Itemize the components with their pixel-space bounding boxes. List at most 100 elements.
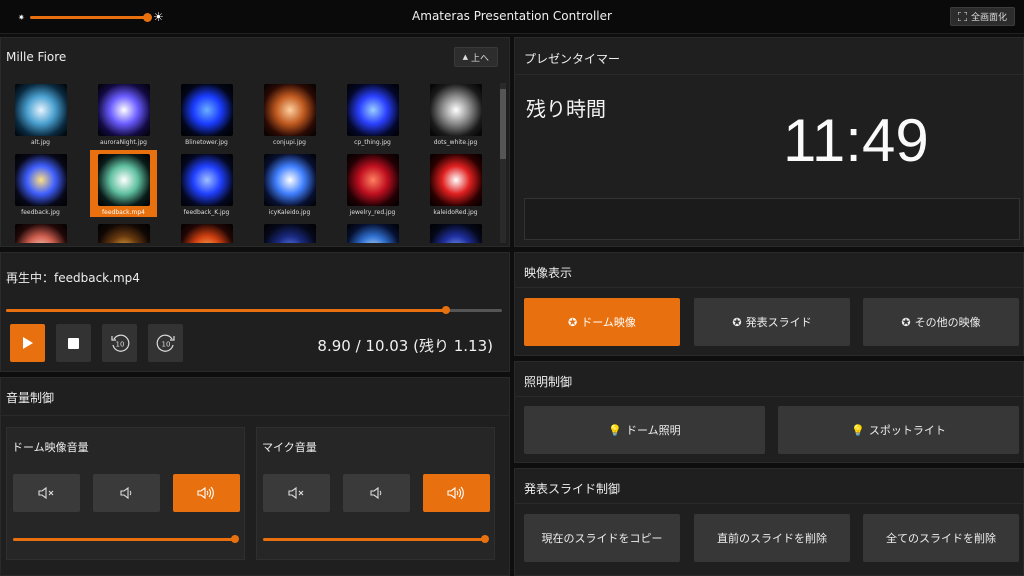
volume-thumb[interactable] (231, 535, 239, 543)
playback-time-readout: 8.90 / 10.03 (残り 1.13) (317, 337, 493, 355)
remaining-time-label: 残り時間 (526, 97, 606, 121)
gallery-item[interactable]: dots_white.jpg (422, 83, 489, 147)
gallery-item[interactable]: kaleidoRed.jpg (422, 150, 489, 217)
fullscreen-button[interactable]: 全画面化 (949, 7, 1015, 26)
presentation-slides-button[interactable]: ✪ 発表スライド (694, 298, 850, 346)
volume-level (263, 538, 487, 541)
media-filename: conjupi.jpg (273, 139, 306, 146)
volume-high-button[interactable] (173, 474, 240, 512)
gallery-item[interactable] (173, 220, 240, 243)
gallery-item[interactable]: icyKaleido.jpg (256, 150, 323, 217)
volume-control-panel: 音量制御 ドーム映像音量 マイク音量 (0, 377, 510, 576)
stop-button[interactable] (56, 324, 91, 362)
dome-video-volume-slider[interactable] (13, 535, 239, 545)
film-reel-icon: ✪ (901, 315, 911, 329)
media-filename: cp_thing.jpg (354, 139, 391, 146)
fullscreen-icon (957, 12, 967, 21)
gallery-scrollbar[interactable] (500, 83, 506, 243)
gallery-item[interactable]: alt.jpg (7, 83, 74, 147)
mic-volume-title: マイク音量 (262, 441, 317, 454)
mute-button[interactable] (263, 474, 330, 512)
svg-text:10: 10 (161, 341, 170, 349)
media-thumbnail (263, 154, 316, 206)
film-reel-icon: ✪ (568, 315, 578, 329)
media-thumbnail (346, 224, 399, 243)
gallery-item[interactable]: cp_thing.jpg (339, 83, 406, 147)
media-filename: auroraNight.jpg (100, 139, 147, 146)
media-thumbnail (97, 84, 150, 136)
stop-icon (68, 337, 79, 349)
volume-low-button[interactable] (93, 474, 160, 512)
delete-all-slides-button[interactable]: 全てのスライドを削除 (863, 514, 1019, 562)
spotlight-label: スポットライト (868, 424, 946, 437)
delete-previous-slide-label: 直前のスライドを削除 (717, 532, 827, 545)
play-button[interactable] (10, 324, 45, 362)
lighting-title: 照明制御 (524, 375, 573, 389)
media-thumbnail (97, 154, 150, 206)
gallery-item[interactable] (422, 220, 489, 243)
gallery-item[interactable]: feedback.mp4 (90, 150, 157, 217)
gallery-item[interactable]: conjupi.jpg (256, 83, 323, 147)
app-title: Amateras Presentation Controller (412, 9, 612, 23)
seek-thumb[interactable] (441, 306, 450, 314)
rewind-10-button[interactable]: 10 (102, 324, 137, 362)
up-folder-button[interactable]: ▲ 上へ (453, 47, 498, 67)
up-folder-label: 上へ (470, 53, 489, 64)
volume-low-button[interactable] (343, 474, 410, 512)
media-thumbnail (346, 154, 399, 206)
gallery-item[interactable] (7, 220, 74, 243)
forward-10-button[interactable]: 10 (148, 324, 183, 362)
media-filename: kaleidoRed.jpg (433, 209, 478, 216)
dome-video-button[interactable]: ✪ ドーム映像 (524, 298, 680, 346)
media-grid: alt.jpg auroraNight.jpg Blinetower.jpg conj… (6, 83, 496, 243)
media-thumbnail (14, 224, 67, 243)
dome-lighting-label: ドーム照明 (626, 424, 681, 437)
light-bulb-icon: 💡 (851, 423, 865, 437)
volume-low-icon (369, 486, 381, 500)
slide-control-title: 発表スライド制御 (524, 482, 621, 496)
seek-slider[interactable] (6, 306, 502, 316)
media-filename: jewelry_red.jpg (349, 209, 396, 216)
volume-title: 音量制御 (6, 391, 55, 405)
media-thumbnail (346, 84, 399, 136)
volume-thumb[interactable] (481, 535, 489, 543)
divider (515, 74, 1023, 75)
volume-low-icon (119, 486, 131, 500)
spotlight-button[interactable]: 💡 スポットライト (778, 406, 1019, 454)
media-thumbnail (429, 224, 482, 243)
media-filename: feedback.jpg (21, 209, 60, 216)
media-gallery-panel: Mille Fiore ▲ 上へ alt.jpg auroraNight.jpg B… (0, 37, 510, 247)
scrollbar-thumb[interactable] (500, 89, 506, 159)
now-playing-title: 再生中：feedback.mp4 (6, 271, 140, 285)
delete-previous-slide-button[interactable]: 直前のスライドを削除 (694, 514, 850, 562)
mic-volume-slider[interactable] (263, 535, 489, 545)
dome-lighting-button[interactable]: 💡 ドーム照明 (524, 406, 765, 454)
video-display-panel: 映像表示 ✪ ドーム映像 ✪ 発表スライド ✪ その他の映像 (514, 252, 1024, 356)
film-reel-icon: ✪ (732, 315, 742, 329)
light-bulb-icon: 💡 (608, 423, 623, 437)
dome-video-volume-title: ドーム映像音量 (12, 441, 89, 454)
fullscreen-label: 全画面化 (970, 13, 1007, 23)
mic-volume-group: マイク音量 (256, 427, 495, 560)
copy-current-slide-button[interactable]: 現在のスライドをコピー (524, 514, 680, 562)
media-thumbnail (180, 224, 233, 243)
gallery-item[interactable]: feedback.jpg (7, 150, 74, 217)
media-thumbnail (429, 84, 482, 136)
gallery-item[interactable]: auroraNight.jpg (90, 83, 157, 147)
mute-button[interactable] (13, 474, 80, 512)
remaining-time-value: 11:49 (783, 107, 929, 174)
gallery-item[interactable] (339, 220, 406, 243)
other-video-button[interactable]: ✪ その他の映像 (863, 298, 1019, 346)
gallery-item[interactable]: Blinetower.jpg (173, 83, 240, 147)
gallery-item[interactable] (90, 220, 157, 243)
volume-high-button[interactable] (423, 474, 490, 512)
seek-progress (6, 309, 446, 312)
gallery-item[interactable]: jewelry_red.jpg (339, 150, 406, 217)
timer-message-field[interactable] (524, 198, 1020, 240)
divider (515, 503, 1023, 504)
presentation-slides-label: 発表スライド (745, 316, 812, 329)
gallery-item[interactable] (256, 220, 323, 243)
gallery-item[interactable]: feedback_K.jpg (173, 150, 240, 217)
delete-all-slides-label: 全てのスライドを削除 (886, 532, 996, 545)
media-thumbnail (180, 84, 233, 136)
